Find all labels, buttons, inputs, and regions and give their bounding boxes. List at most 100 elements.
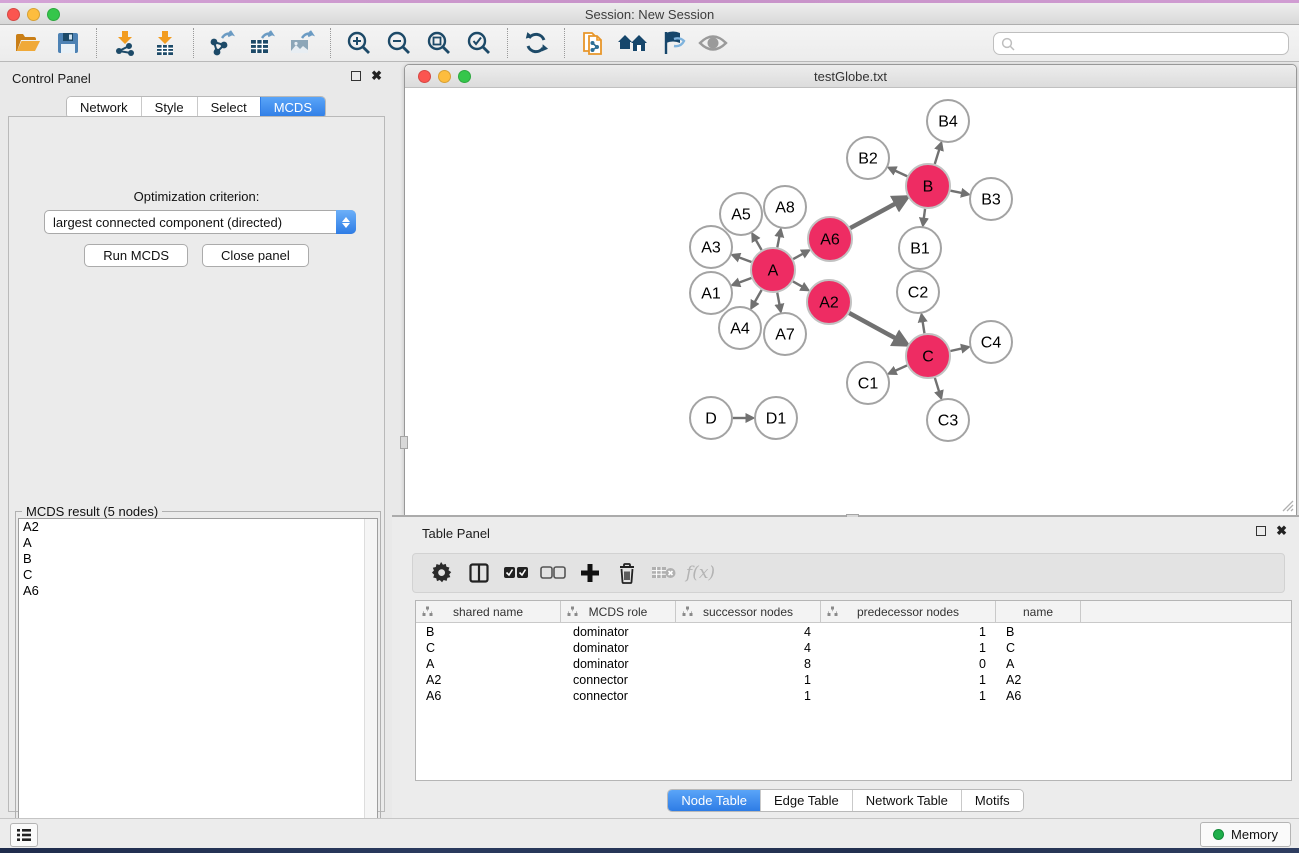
float-panel-icon[interactable] — [351, 71, 361, 81]
table-cell[interactable]: C — [416, 640, 561, 656]
search-input[interactable] — [993, 32, 1289, 55]
table-cell[interactable]: dominator — [561, 640, 676, 656]
graph-edge[interactable] — [950, 348, 963, 351]
deselect-all-icon[interactable] — [534, 557, 571, 589]
export-image-icon[interactable] — [282, 27, 322, 59]
memory-button[interactable]: Memory — [1200, 822, 1291, 847]
tab-mcds[interactable]: MCDS — [260, 97, 325, 118]
add-column-icon[interactable] — [571, 557, 608, 589]
graph-node-B3[interactable]: B3 — [970, 178, 1012, 220]
table-cell[interactable]: dominator — [561, 624, 676, 640]
network-view-window[interactable]: testGlobe.txt B4B2BB3A5A8A6B1A3AC2A1A2A4… — [404, 64, 1297, 515]
table-cell[interactable]: A2 — [996, 672, 1081, 688]
graph-node-A1[interactable]: A1 — [690, 272, 732, 314]
graph-node-C4[interactable]: C4 — [970, 321, 1012, 363]
graph-node-C1[interactable]: C1 — [847, 362, 889, 404]
table-cell[interactable]: A6 — [416, 688, 561, 704]
save-session-icon[interactable] — [48, 27, 88, 59]
graph-node-A7[interactable]: A7 — [764, 313, 806, 355]
mcds-result-item[interactable]: A6 — [19, 583, 377, 599]
tab-network-table[interactable]: Network Table — [852, 790, 961, 811]
graph-node-D1[interactable]: D1 — [755, 397, 797, 439]
table-cell[interactable]: A2 — [416, 672, 561, 688]
table-column-header[interactable]: predecessor nodes — [821, 601, 996, 623]
tab-select[interactable]: Select — [197, 97, 260, 118]
tab-network[interactable]: Network — [67, 97, 141, 118]
zoom-fit-icon[interactable] — [419, 27, 459, 59]
result-scrollbar[interactable] — [364, 519, 377, 847]
node-table[interactable]: shared nameMCDS rolesuccessor nodesprede… — [415, 600, 1292, 781]
graph-edge[interactable] — [737, 257, 751, 262]
table-cell[interactable]: C — [996, 640, 1081, 656]
table-cell[interactable]: 1 — [821, 688, 996, 704]
table-column-header[interactable]: shared name — [416, 601, 561, 623]
mcds-result-item[interactable]: C — [19, 567, 377, 583]
select-all-icon[interactable] — [497, 557, 534, 589]
settings-gear-icon[interactable] — [423, 557, 460, 589]
graph-node-B[interactable]: B — [906, 164, 950, 208]
table-row[interactable]: A6connector11A6 — [416, 688, 1291, 704]
mcds-result-item[interactable]: B — [19, 551, 377, 567]
graph-edge[interactable] — [754, 290, 762, 304]
table-cell[interactable]: 0 — [821, 656, 996, 672]
table-cell[interactable]: 8 — [676, 656, 821, 672]
network-window-titlebar[interactable]: testGlobe.txt — [405, 65, 1296, 88]
graph-node-A[interactable]: A — [751, 248, 795, 292]
export-network-icon[interactable] — [202, 27, 242, 59]
splitpane-handle[interactable] — [400, 436, 408, 449]
graph-edge[interactable] — [922, 320, 924, 334]
table-cell[interactable]: connector — [561, 672, 676, 688]
graph-edge[interactable] — [935, 148, 940, 164]
graph-edge[interactable] — [894, 365, 907, 371]
graph-node-C3[interactable]: C3 — [927, 399, 969, 441]
table-column-header[interactable]: MCDS role — [561, 601, 676, 623]
graph-node-B1[interactable]: B1 — [899, 227, 941, 269]
import-network-icon[interactable] — [105, 27, 145, 59]
graph-edge[interactable] — [737, 278, 751, 283]
graph-node-A3[interactable]: A3 — [690, 226, 732, 268]
table-row[interactable]: Bdominator41B — [416, 624, 1291, 640]
table-row[interactable]: Adominator80A — [416, 656, 1291, 672]
zoom-out-icon[interactable] — [379, 27, 419, 59]
home-icon[interactable] — [613, 27, 653, 59]
graph-node-B4[interactable]: B4 — [927, 100, 969, 142]
graph-edge[interactable] — [951, 191, 964, 194]
tab-style[interactable]: Style — [141, 97, 197, 118]
table-column-header[interactable]: name — [996, 601, 1081, 623]
zoom-in-icon[interactable] — [339, 27, 379, 59]
graph-node-D[interactable]: D — [690, 397, 732, 439]
delete-column-icon[interactable] — [608, 557, 645, 589]
graph-edge[interactable] — [849, 313, 898, 340]
table-cell[interactable]: A6 — [996, 688, 1081, 704]
table-cell[interactable]: 1 — [676, 688, 821, 704]
mcds-result-item[interactable]: A — [19, 535, 377, 551]
show-columns-icon[interactable] — [460, 557, 497, 589]
graph-edge[interactable] — [777, 235, 779, 248]
tab-node-table[interactable]: Node Table — [668, 790, 760, 811]
graph-edge[interactable] — [935, 378, 940, 393]
table-column-header[interactable]: successor nodes — [676, 601, 821, 623]
table-cell[interactable]: connector — [561, 688, 676, 704]
graph-node-A8[interactable]: A8 — [764, 186, 806, 228]
table-cell[interactable]: 1 — [821, 624, 996, 640]
close-table-panel-icon[interactable]: ✖ — [1276, 526, 1287, 536]
function-builder-icon[interactable]: f(x) — [682, 557, 719, 589]
table-cell[interactable]: 1 — [821, 672, 996, 688]
mcds-result-item[interactable]: A2 — [19, 519, 377, 535]
toggle-details-icon[interactable] — [653, 27, 693, 59]
graph-edge[interactable] — [793, 253, 804, 259]
table-cell[interactable]: B — [996, 624, 1081, 640]
table-cell[interactable]: A — [996, 656, 1081, 672]
table-cell[interactable]: dominator — [561, 656, 676, 672]
import-table-icon[interactable] — [145, 27, 185, 59]
task-history-button[interactable] — [10, 823, 38, 847]
close-panel-button[interactable]: Close panel — [202, 244, 309, 267]
resize-grip-icon[interactable] — [1280, 498, 1294, 512]
clone-network-icon[interactable] — [573, 27, 613, 59]
graph-node-A5[interactable]: A5 — [720, 193, 762, 235]
mcds-result-list[interactable]: A2ABCA6 — [18, 518, 378, 848]
float-table-panel-icon[interactable] — [1256, 526, 1266, 536]
export-table-icon[interactable] — [242, 27, 282, 59]
refresh-icon[interactable] — [516, 27, 556, 59]
table-row[interactable]: A2connector11A2 — [416, 672, 1291, 688]
